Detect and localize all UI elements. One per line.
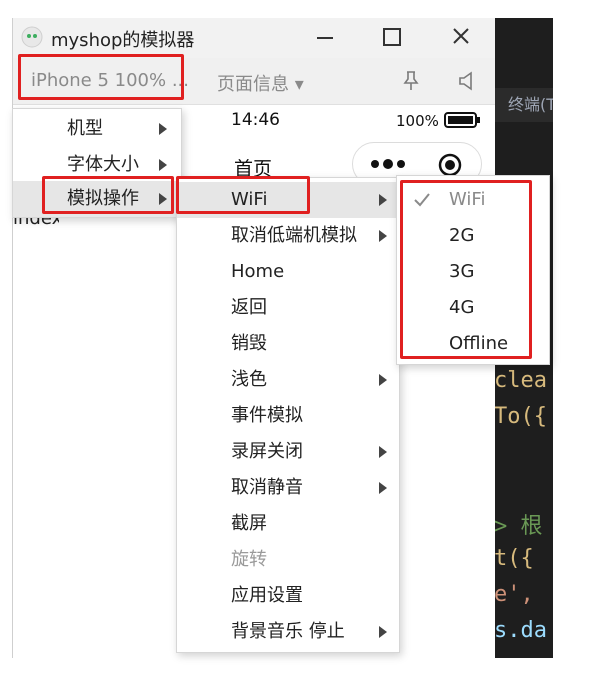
code-line: s.da <box>494 618 547 643</box>
maximize-icon[interactable] <box>383 28 401 46</box>
menu-item-label: 录屏关闭 <box>231 441 303 462</box>
menu-item-label: 浅色 <box>231 369 267 390</box>
code-line: > 根 <box>494 514 543 539</box>
minimize-icon[interactable] <box>317 37 333 39</box>
code-line: e', <box>494 582 534 607</box>
status-time: 14:46 <box>231 110 280 130</box>
menu-item-screenshot[interactable]: 截屏 <box>177 506 399 542</box>
menu-item-label: Home <box>231 261 285 282</box>
battery-icon <box>444 112 480 128</box>
menu-item-label: 事件模拟 <box>231 405 303 426</box>
submenu-arrow-icon <box>379 194 387 206</box>
menu-item-destroy[interactable]: 销毁 <box>177 326 399 362</box>
code-line: t({ <box>494 546 534 571</box>
terminal-tab[interactable]: 终端(T <box>494 88 553 122</box>
menu-item-bg-music[interactable]: 背景音乐 停止 <box>177 614 399 650</box>
code-line: To({ <box>494 404 547 429</box>
highlight-wifi-item <box>176 176 310 214</box>
submenu-arrow-icon <box>379 230 387 242</box>
menu-item-device-model[interactable]: 机型 <box>13 111 181 147</box>
menu-item-screen-record[interactable]: 录屏关闭 <box>177 434 399 470</box>
code-line: clea <box>494 368 547 393</box>
pin-icon[interactable] <box>401 70 421 92</box>
menu-item-label: 取消低端机模拟 <box>231 225 357 246</box>
menu-item-label: 销毁 <box>231 333 267 354</box>
context-menu-level2: WiFi 取消低端机模拟 Home 返回 销毁 浅色 事件模拟 录屏关闭 取消静… <box>176 177 400 653</box>
more-icon[interactable] <box>369 153 409 175</box>
submenu-arrow-icon <box>159 159 167 171</box>
menu-item-label: 机型 <box>67 118 103 139</box>
submenu-arrow-icon <box>379 626 387 638</box>
submenu-arrow-icon <box>379 482 387 494</box>
menu-item-event-simulate[interactable]: 事件模拟 <box>177 398 399 434</box>
menu-item-label: 背景音乐 停止 <box>231 621 345 642</box>
page-info-dropdown[interactable]: 页面信息 ▾ <box>217 70 304 96</box>
menu-item-app-settings[interactable]: 应用设置 <box>177 578 399 614</box>
menu-item-back[interactable]: 返回 <box>177 290 399 326</box>
menu-item-unmute[interactable]: 取消静音 <box>177 470 399 506</box>
app-logo-icon <box>21 26 43 48</box>
submenu-arrow-icon <box>159 123 167 135</box>
window-title: myshop的模拟器 <box>51 30 195 51</box>
title-bar: myshop的模拟器 <box>13 18 495 58</box>
menu-item-label: 截屏 <box>231 513 267 534</box>
sound-icon[interactable] <box>457 70 477 92</box>
menu-item-home[interactable]: Home <box>177 254 399 290</box>
highlight-simulate-action <box>42 176 174 214</box>
menu-item-cancel-lowend[interactable]: 取消低端机模拟 <box>177 218 399 254</box>
menu-item-label: 取消静音 <box>231 477 303 498</box>
highlight-network-options <box>400 180 532 359</box>
menu-item-label: 返回 <box>231 297 267 318</box>
close-icon[interactable] <box>451 26 471 46</box>
menu-item-label: 应用设置 <box>231 585 303 606</box>
menu-item-rotate: 旋转 <box>177 542 399 578</box>
battery-percent: 100% <box>396 112 439 130</box>
menu-item-light-theme[interactable]: 浅色 <box>177 362 399 398</box>
menu-item-label: 旋转 <box>231 549 267 570</box>
submenu-arrow-icon <box>379 374 387 386</box>
highlight-device-selector <box>18 54 184 100</box>
submenu-arrow-icon <box>379 446 387 458</box>
